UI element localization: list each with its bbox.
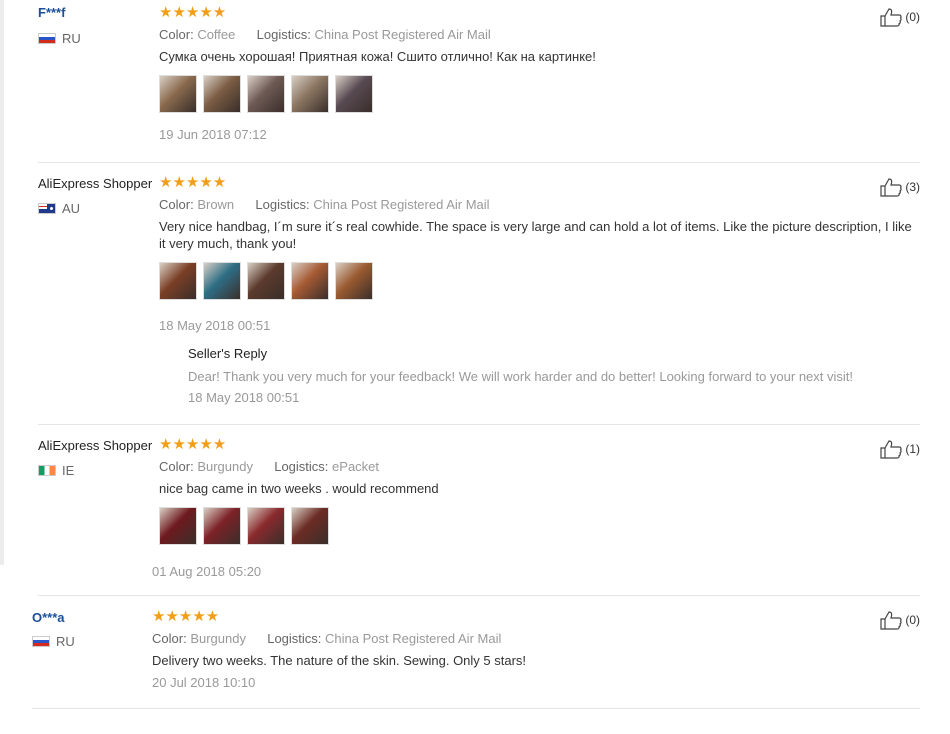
seller-reply-date: 18 May 2018 00:51 [188,390,300,405]
reviewer-name[interactable]: O***a [32,610,65,625]
reviewer-name[interactable]: AliExpress Shopper [38,438,152,453]
review-item: O***a RU ★★★★★ Color: Burgundy Logistics… [32,596,920,709]
seller-reply-title: Seller's Reply [188,346,268,361]
review-photos [159,75,879,113]
country-code: RU [62,31,81,46]
helpful-button[interactable]: (1) [879,439,920,459]
review-item: AliExpress Shopper IE ★★★★★ Color: Burgu… [38,425,920,596]
thumbs-up-icon [880,611,902,630]
country-code: RU [56,634,75,649]
review-photo[interactable] [335,75,373,113]
helpful-button[interactable]: (0) [879,7,920,27]
flag-ie-icon [38,465,56,476]
logistics-label: Logistics: [267,631,322,646]
color-label: Color: [159,197,194,212]
review-photo[interactable] [203,75,241,113]
color-value: Burgundy [197,459,253,474]
review-photo[interactable] [203,262,241,300]
review-date: 19 Jun 2018 07:12 [159,127,267,142]
helpful-count: (0) [905,10,920,24]
country-code: IE [62,463,75,478]
helpful-count: (0) [905,613,920,627]
review-item: AliExpress Shopper AU ★★★★★ Color: Brown… [38,163,920,425]
seller-reply: Seller's Reply Dear! Thank you very much… [188,346,908,405]
reviewer-country: IE [38,463,74,478]
review-photo[interactable] [159,507,197,545]
helpful-count: (3) [905,180,920,194]
star-rating: ★★★★★ [159,174,227,191]
review-date: 18 May 2018 00:51 [159,318,271,333]
flag-au-icon [38,203,56,214]
logistics-value: ePacket [332,459,380,474]
review-text: nice bag came in two weeks . would recom… [159,481,439,496]
review-photo[interactable] [247,507,285,545]
logistics-value: China Post Registered Air Mail [313,197,490,212]
color-value: Coffee [197,27,236,42]
color-value: Brown [197,197,235,212]
order-info: Color: Coffee Logistics: China Post Regi… [159,27,879,42]
star-rating: ★★★★★ [152,608,220,625]
flag-ru-icon [38,33,56,44]
color-label: Color: [159,459,194,474]
logistics-value: China Post Registered Air Mail [314,27,491,42]
flag-ru-icon [32,636,50,647]
logistics-label: Logistics: [255,197,310,212]
review-body: ★★★★★ Color: Burgundy Logistics: China P… [152,608,872,691]
seller-reply-text: Dear! Thank you very much for your feedb… [188,369,853,384]
review-photo[interactable] [159,75,197,113]
thumbs-up-icon [880,8,902,27]
review-text: Very nice handbag, I´m sure it´s real co… [159,219,912,251]
color-value: Burgundy [190,631,246,646]
order-info: Color: Burgundy Logistics: China Post Re… [152,631,872,646]
left-gutter [0,0,4,565]
review-body: ★★★★★ Color: Brown Logistics: China Post… [159,175,921,333]
review-photos [159,507,879,545]
helpful-count: (1) [905,442,920,456]
review-date: 20 Jul 2018 10:10 [152,675,256,690]
star-rating: ★★★★★ [159,436,227,453]
logistics-value: China Post Registered Air Mail [325,631,502,646]
review-photos [159,262,921,300]
country-code: AU [62,201,81,216]
review-photo[interactable] [291,507,329,545]
logistics-label: Logistics: [256,27,311,42]
review-body: ★★★★★ Color: Coffee Logistics: China Pos… [159,5,879,142]
review-text: Delivery two weeks. The nature of the sk… [152,653,527,668]
review-photo[interactable] [335,262,373,300]
reviewer-name[interactable]: F***f [38,5,65,20]
reviewer-country: RU [38,31,81,46]
review-body: ★★★★★ Color: Burgundy Logistics: ePacket… [159,437,879,545]
color-label: Color: [159,27,194,42]
thumbs-up-icon [880,440,902,459]
reviewer-name[interactable]: AliExpress Shopper [38,176,152,191]
review-text: Сумка очень хорошая! Приятная кожа! Сшит… [159,49,596,64]
order-info: Color: Brown Logistics: China Post Regis… [159,197,921,212]
star-rating: ★★★★★ [159,4,227,21]
thumbs-up-icon [880,178,902,197]
order-info: Color: Burgundy Logistics: ePacket [159,459,879,474]
reviewer-country: AU [38,201,80,216]
helpful-button[interactable]: (3) [879,177,920,197]
logistics-label: Logistics: [274,459,329,474]
review-date: 01 Aug 2018 05:20 [152,564,262,579]
reviewer-country: RU [32,634,75,649]
review-photo[interactable] [247,75,285,113]
review-item: F***f RU ★★★★★ Color: Coffee Logistics: … [38,0,920,163]
helpful-button[interactable]: (0) [879,610,920,630]
review-photo[interactable] [203,507,241,545]
review-photo[interactable] [291,75,329,113]
review-photo[interactable] [291,262,329,300]
review-photo[interactable] [159,262,197,300]
review-photo[interactable] [247,262,285,300]
color-label: Color: [152,631,187,646]
